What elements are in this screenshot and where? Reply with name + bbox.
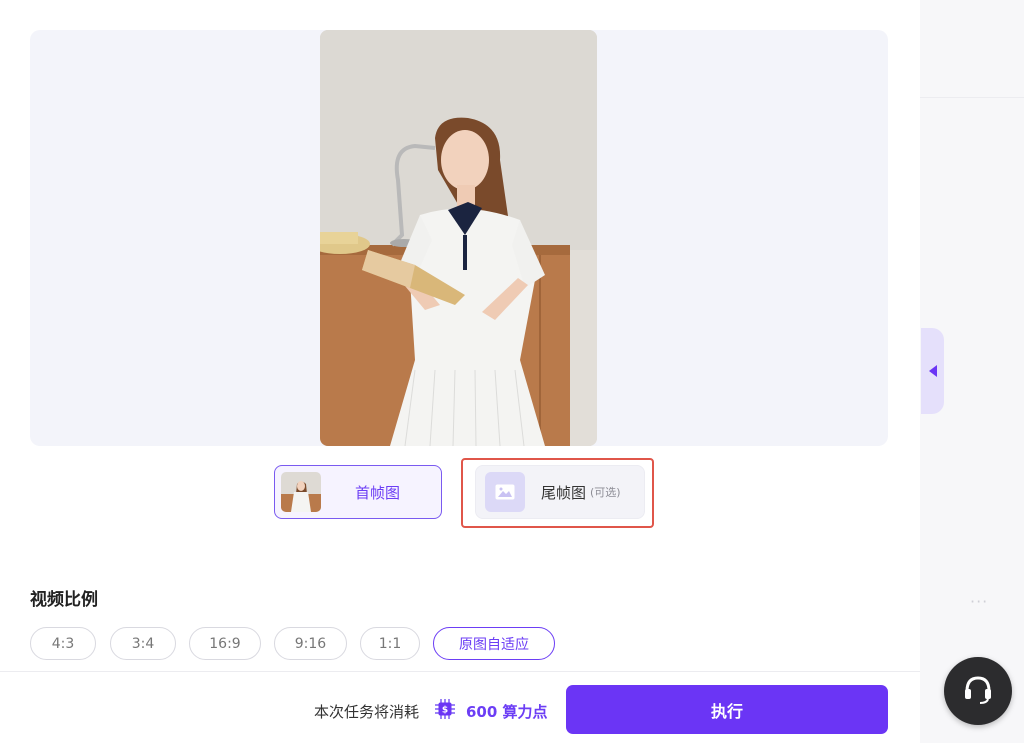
cost-text: 本次任务将消耗 bbox=[314, 703, 420, 721]
ratio-option-16-9[interactable]: 16:9 bbox=[189, 627, 261, 660]
customer-support-button[interactable] bbox=[944, 657, 1012, 725]
ratio-option-3-4[interactable]: 3:4 bbox=[110, 627, 176, 660]
right-panel-divider bbox=[920, 97, 1024, 98]
first-frame-card[interactable]: 首帧图 bbox=[274, 465, 442, 519]
last-frame-optional-note: (可选) bbox=[590, 486, 621, 499]
ratio-option-1-1[interactable]: 1:1 bbox=[360, 627, 420, 660]
collapse-panel-tab[interactable] bbox=[921, 328, 944, 414]
image-icon bbox=[485, 472, 525, 512]
caret-left-icon bbox=[928, 362, 938, 381]
cost-value: 600 算力点 bbox=[466, 703, 548, 721]
preview-image bbox=[320, 30, 597, 446]
ratio-option-original-adaptive[interactable]: 原图自适应 bbox=[433, 627, 555, 660]
ratio-section-title: 视频比例 bbox=[30, 590, 98, 610]
chip-icon: $ bbox=[434, 698, 456, 720]
svg-text:$: $ bbox=[442, 706, 448, 716]
run-button[interactable]: 执行 bbox=[566, 685, 888, 734]
ratio-option-9-16[interactable]: 9:16 bbox=[274, 627, 347, 660]
first-frame-label: 首帧图 bbox=[355, 483, 401, 502]
more-icon[interactable]: ··· bbox=[970, 592, 988, 611]
footer-divider bbox=[0, 671, 920, 672]
last-frame-label: 尾帧图 bbox=[541, 483, 587, 502]
main-panel: 首帧图 尾帧图 (可选) 视频比例 4:3 3:4 16:9 9:16 1:1 … bbox=[0, 0, 920, 743]
last-frame-card[interactable]: 尾帧图 (可选) bbox=[475, 465, 645, 519]
headset-icon bbox=[961, 672, 995, 710]
first-frame-thumbnail bbox=[281, 472, 321, 512]
ratio-option-4-3[interactable]: 4:3 bbox=[30, 627, 96, 660]
